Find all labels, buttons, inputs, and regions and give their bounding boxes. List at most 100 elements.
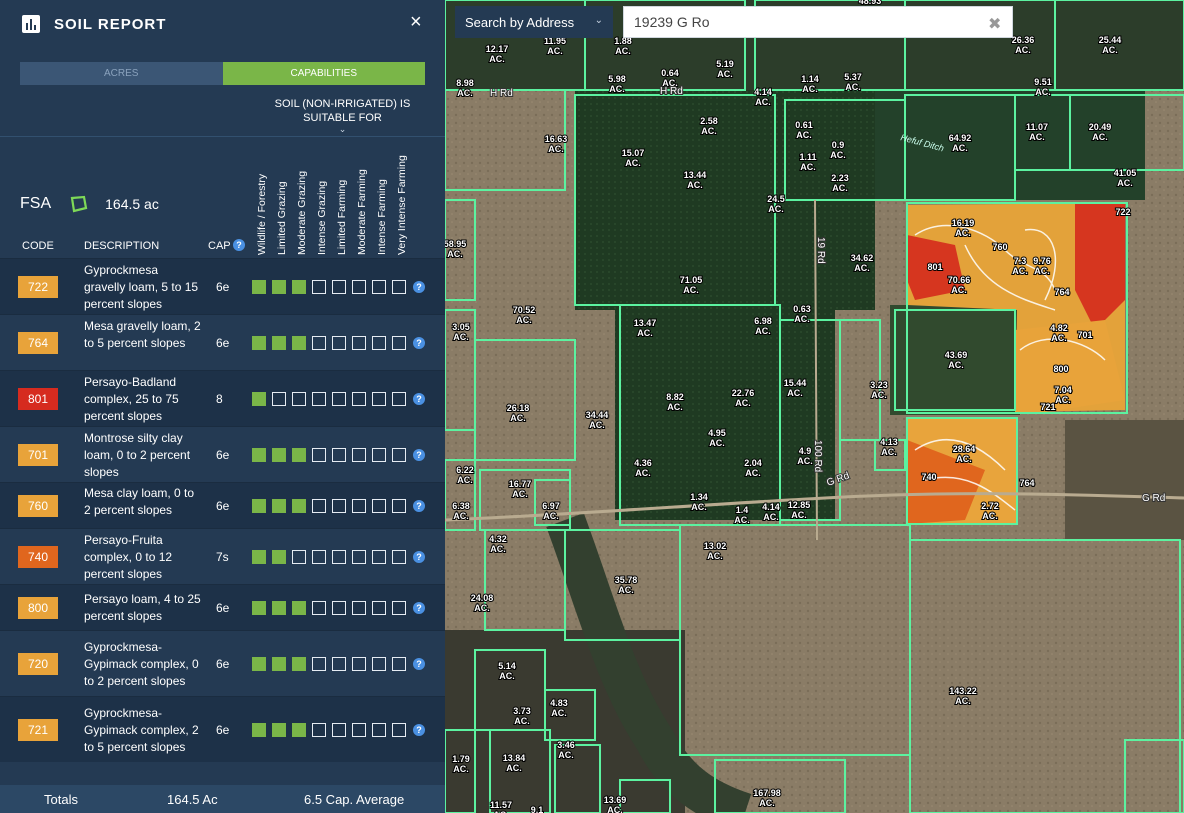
table-header: CODE DESCRIPTION CAP ?: [0, 237, 445, 257]
soil-zone-code-label: 722: [1115, 207, 1130, 217]
capability-box: [272, 392, 286, 406]
table-row[interactable]: 740 Persayo-Fruita complex, 0 to 12 perce…: [0, 528, 445, 584]
capability-box: [292, 723, 306, 737]
parcel-acreage-label: 6.22 AC.: [456, 465, 474, 485]
capability-box: [312, 280, 326, 294]
tab-acres[interactable]: ACRES: [20, 62, 223, 85]
help-icon[interactable]: ?: [413, 500, 425, 512]
capability-box: [312, 392, 326, 406]
capability-box: [352, 657, 366, 671]
help-icon[interactable]: ?: [413, 724, 425, 736]
capability-boxes: [252, 550, 406, 564]
capability-box: [272, 336, 286, 350]
help-icon[interactable]: ?: [413, 658, 425, 670]
table-row[interactable]: 800 Persayo loam, 4 to 25 percent slopes 6…: [0, 584, 445, 630]
parcel-acreage-label: 4.95 AC.: [708, 428, 726, 448]
soil-code-badge: 722: [18, 276, 58, 298]
soil-code-badge: 801: [18, 388, 58, 410]
help-icon[interactable]: ?: [413, 393, 425, 405]
soil-description: Montrose silty clay loam, 0 to 2 percent…: [84, 430, 191, 479]
parcel-acreage-label: 2.23 AC.: [831, 173, 849, 193]
capability-box: [392, 601, 406, 615]
clear-icon[interactable]: ✖: [988, 14, 1001, 34]
parcel-acreage-label: 11.95 AC.: [544, 36, 566, 56]
capability-box: [372, 723, 386, 737]
soil-code-badge: 764: [18, 332, 58, 354]
capability-box: [352, 336, 366, 350]
help-icon[interactable]: ?: [413, 551, 425, 563]
parcel-acreage-label: 1.11 AC.: [799, 152, 816, 172]
help-icon[interactable]: ?: [233, 239, 245, 251]
soil-zone-code-label: 801: [927, 262, 942, 272]
capability-box: [332, 601, 346, 615]
capability-box: [332, 657, 346, 671]
capability-box: [272, 657, 286, 671]
parcel-acreage-label: 4.14 AC.: [754, 87, 772, 107]
soil-code-badge: 720: [18, 653, 58, 675]
soil-description: Persayo loam, 4 to 25 percent slopes: [84, 592, 201, 623]
help-icon[interactable]: ?: [413, 602, 425, 614]
map-canvas[interactable]: 48.93AC.12.17AC.11.95AC.1.88AC.5.98AC.0.…: [445, 0, 1184, 813]
soil-cap: 8: [216, 392, 223, 406]
capability-box: [392, 657, 406, 671]
capability-box: [292, 657, 306, 671]
chevron-down-icon: ⌄: [338, 124, 347, 134]
capability-box: [392, 550, 406, 564]
parcel-acreage-label: 1.34 AC.: [690, 492, 708, 512]
capability-box: [332, 392, 346, 406]
soil-code-badge: 721: [18, 719, 58, 741]
capability-box: [352, 448, 366, 462]
suitability-header[interactable]: SOIL (NON-IRRIGATED) IS SUITABLE FOR ⌄: [270, 97, 415, 134]
soil-cap: 6e: [216, 601, 230, 615]
table-row[interactable]: 721 Gyprockmesa-Gypimack complex, 2 to 5 …: [0, 696, 445, 762]
parcel-acreage-label: 7.04 AC.: [1054, 385, 1072, 405]
capability-box: [372, 392, 386, 406]
header-cap: CAP: [208, 240, 231, 252]
table-row[interactable]: 801 Persayo-Badland complex, 25 to 75 per…: [0, 370, 445, 426]
capability-box: [392, 280, 406, 294]
capability-box: [332, 280, 346, 294]
soil-cap: 6e: [216, 448, 230, 462]
soil-description: Mesa gravelly loam, 2 to 5 percent slope…: [84, 318, 201, 350]
capability-box: [292, 499, 306, 513]
soil-zone-code-label: 701: [1077, 330, 1092, 340]
capability-box: [352, 392, 366, 406]
chevron-down-icon: ⌄: [594, 15, 603, 26]
soil-code-badge: 760: [18, 495, 58, 517]
parcel-acreage-label: 5.19 AC.: [716, 59, 734, 79]
capability-box: [252, 280, 266, 294]
capability-box: [372, 657, 386, 671]
table-row[interactable]: 760 Mesa clay loam, 0 to 2 percent slopes…: [0, 482, 445, 528]
capability-box: [332, 550, 346, 564]
parcel-acreage-label: 4.82 AC.: [1050, 323, 1068, 343]
soil-description: Mesa clay loam, 0 to 2 percent slopes: [84, 486, 195, 517]
search-mode-dropdown[interactable]: Search by Address ⌄: [455, 6, 613, 38]
soil-zone-code-label: 764: [1054, 287, 1069, 297]
table-row[interactable]: 722 Gyprockmesa gravelly loam, 5 to 15 pe…: [0, 258, 445, 314]
parcel-acreage-label: 11.07 AC.: [1026, 122, 1048, 142]
soil-description: Gyprockmesa-Gypimack complex, 2 to 5 per…: [84, 705, 199, 754]
help-icon[interactable]: ?: [413, 281, 425, 293]
tab-capabilities[interactable]: CAPABILITIES: [222, 62, 425, 85]
soil-code-badge: 701: [18, 444, 58, 466]
search-input[interactable]: [623, 6, 1013, 38]
table-row[interactable]: 764 Mesa gravelly loam, 2 to 5 percent sl…: [0, 314, 445, 370]
parcel-acreage-label: 9.1AC.: [529, 805, 545, 813]
capability-box: [292, 550, 306, 564]
soil-cap: 6e: [216, 336, 230, 350]
soil-zone-code-label: 721: [1040, 402, 1055, 412]
help-icon[interactable]: ?: [413, 337, 425, 349]
capability-box: [272, 499, 286, 513]
help-icon[interactable]: ?: [413, 449, 425, 461]
table-row[interactable]: 701 Montrose silty clay loam, 0 to 2 perc…: [0, 426, 445, 482]
capability-box: [312, 657, 326, 671]
satellite-map[interactable]: 48.93AC.12.17AC.11.95AC.1.88AC.5.98AC.0.…: [445, 0, 1184, 813]
tab-bar: ACRES CAPABILITIES: [20, 62, 425, 85]
table-row[interactable]: 720 Gyprockmesa-Gypimack complex, 0 to 2 …: [0, 630, 445, 696]
road-label: H Rd: [490, 88, 513, 99]
parcel-acreage-label: 5.37 AC.: [844, 72, 862, 92]
soil-cap: 7s: [216, 550, 229, 564]
parcel-acreage-label: 0.63 AC.: [793, 304, 811, 324]
close-icon[interactable]: ×: [410, 12, 422, 32]
capability-box: [352, 601, 366, 615]
